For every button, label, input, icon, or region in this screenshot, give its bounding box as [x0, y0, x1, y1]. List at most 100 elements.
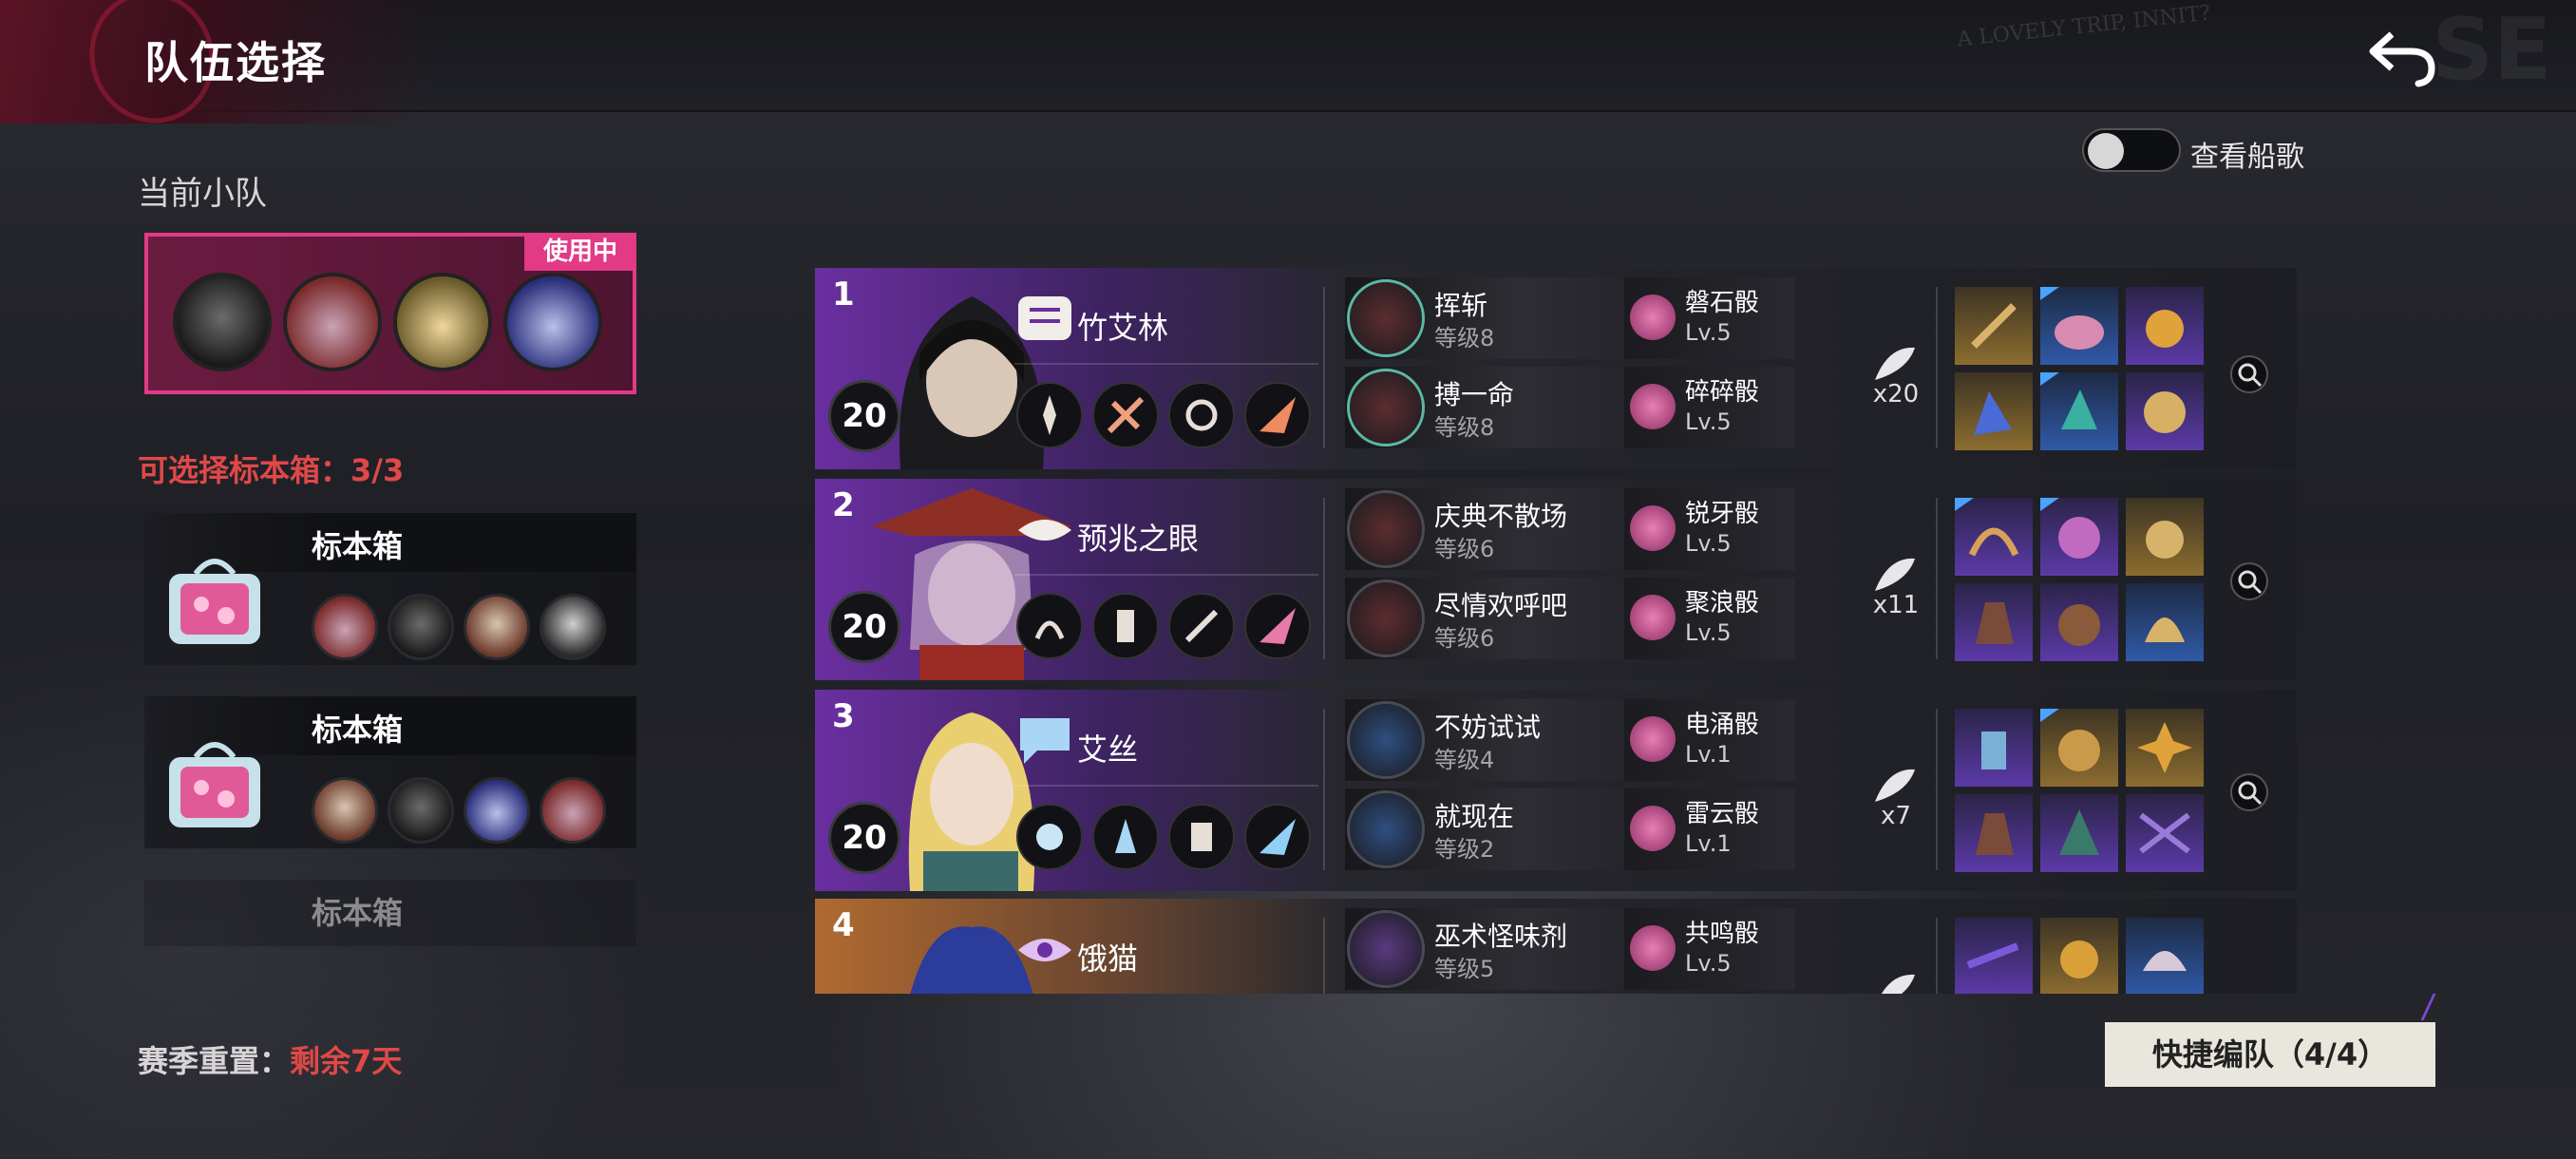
skill-icon — [1347, 279, 1425, 357]
skill-name: 搏一命 — [1434, 379, 1515, 410]
skill-slot[interactable]: 挥斩 等级8 — [1345, 277, 1639, 359]
skill-name: 巫术怪味剂 — [1434, 921, 1568, 952]
dice-level: Lv.5 — [1685, 530, 1732, 557]
skill-icon — [1347, 910, 1425, 988]
skill-slot[interactable]: 巫术怪味剂 等级5 — [1345, 908, 1639, 990]
search-icon[interactable] — [2230, 355, 2268, 393]
talent-icon[interactable] — [1092, 382, 1159, 448]
item-slot[interactable] — [2040, 372, 2118, 450]
dice-slot[interactable]: 磐石骰 Lv.5 — [1624, 277, 1795, 359]
skill-slot[interactable]: 搏一命 等级8 — [1345, 367, 1639, 448]
team-row-2[interactable]: 2 20 预兆之眼 庆典不散场 等级6 尽情欢呼吧 等级6 锐牙骰 Lv.5 聚… — [815, 479, 2297, 680]
feather-icon — [1875, 347, 1915, 380]
skill-slot[interactable]: 不妨试试 等级4 — [1345, 699, 1639, 781]
search-icon[interactable] — [2230, 562, 2268, 600]
skill-slot[interactable]: 就现在 等级2 — [1345, 788, 1639, 870]
feather-icon — [1875, 769, 1915, 802]
dice-slot[interactable]: 锐牙骰 Lv.5 — [1624, 488, 1795, 570]
dice-icon — [1630, 925, 1676, 971]
skill-icon — [1347, 490, 1425, 568]
item-slot[interactable] — [1955, 583, 2033, 661]
specimen-box-name: 标本箱 — [312, 712, 404, 748]
talent-icon[interactable] — [1244, 593, 1311, 659]
item-slot[interactable] — [2040, 583, 2118, 661]
team-row-3[interactable]: 3 20 艾丝 不妨试试 等级4 就现在 等级2 电涌骰 Lv.1 雷云骰 Lv… — [815, 690, 2297, 891]
talent-icon[interactable] — [1168, 382, 1235, 448]
level-badge: 20 — [828, 380, 900, 452]
specimen-box-1[interactable]: 标本箱 — [144, 513, 636, 665]
specimen-box-3[interactable]: 标本箱 — [144, 880, 636, 946]
avatar-hooded — [173, 273, 272, 371]
character-name: 预兆之眼 — [1077, 521, 1200, 557]
item-count: x7 — [1881, 802, 1911, 830]
in-use-badge: 使用中 — [524, 233, 636, 271]
team-index: 1 — [832, 276, 855, 314]
team-index: 3 — [832, 697, 855, 735]
talent-icon[interactable] — [1016, 804, 1083, 870]
item-slot[interactable] — [2040, 918, 2118, 994]
item-slot[interactable] — [1955, 372, 2033, 450]
specimen-box-2[interactable]: 标本箱 — [144, 696, 636, 848]
item-slot[interactable] — [2040, 794, 2118, 872]
item-slot[interactable] — [2126, 918, 2204, 994]
search-icon[interactable] — [2230, 773, 2268, 811]
item-slot[interactable] — [2040, 498, 2118, 576]
talent-icon[interactable] — [1244, 382, 1311, 448]
dice-name: 共鸣骰 — [1685, 920, 1760, 948]
dice-icon — [1630, 294, 1676, 340]
skill-name: 不妨试试 — [1434, 712, 1542, 743]
item-slot[interactable] — [2126, 498, 2204, 576]
item-slot[interactable] — [2040, 287, 2118, 365]
talent-icon[interactable] — [1168, 593, 1235, 659]
item-slot[interactable] — [2040, 709, 2118, 787]
item-slot[interactable] — [1955, 287, 2033, 365]
current-team-card[interactable]: 使用中 — [144, 233, 636, 394]
item-count: x11 — [1872, 591, 1920, 619]
item-slot[interactable] — [2126, 583, 2204, 661]
talent-icon[interactable] — [1244, 804, 1311, 870]
character-name: 竹艾林 — [1077, 310, 1169, 346]
title-decoration — [0, 0, 665, 142]
lips-icon — [1018, 520, 1071, 541]
skill-level: 等级8 — [1434, 325, 1495, 352]
item-slot[interactable] — [2126, 794, 2204, 872]
item-slot[interactable] — [1955, 794, 2033, 872]
avatar-blonde — [393, 273, 492, 371]
dice-slot[interactable]: 电涌骰 Lv.1 — [1624, 699, 1795, 781]
item-slot[interactable] — [1955, 498, 2033, 576]
talent-icon[interactable] — [1016, 382, 1083, 448]
dice-name: 聚浪骰 — [1685, 589, 1760, 618]
item-slot[interactable] — [2126, 287, 2204, 365]
dice-slot[interactable]: 碎碎骰 Lv.5 — [1624, 367, 1795, 448]
team-index: 4 — [832, 906, 855, 944]
season-reset: 赛季重置：剩余7天 — [138, 1037, 402, 1081]
dice-slot[interactable]: 聚浪骰 Lv.5 — [1624, 578, 1795, 659]
dice-slot[interactable]: 雷云骰 Lv.1 — [1624, 788, 1795, 870]
dice-level: Lv.1 — [1685, 830, 1732, 857]
team-row-4[interactable]: 4 饿猫 巫术怪味剂 等级5 共鸣骰 Lv.5 — [815, 899, 2297, 994]
item-slot[interactable] — [2126, 372, 2204, 450]
back-button[interactable] — [2365, 27, 2441, 87]
quick-team-button[interactable]: 快捷编队（4/4） — [2105, 1022, 2435, 1087]
toggle-knob — [2088, 133, 2124, 169]
song-toggle[interactable] — [2082, 128, 2181, 172]
talent-icon[interactable] — [1016, 593, 1083, 659]
item-slot[interactable] — [2126, 709, 2204, 787]
skill-slot[interactable]: 尽情欢呼吧 等级6 — [1345, 578, 1639, 659]
avatar-witch — [283, 273, 382, 371]
dice-slot[interactable]: 共鸣骰 Lv.5 — [1624, 908, 1795, 990]
item-slot[interactable] — [1955, 918, 2033, 994]
skill-slot[interactable]: 庆典不散场 等级6 — [1345, 488, 1639, 570]
talent-icon[interactable] — [1168, 804, 1235, 870]
page-title: 队伍选择 — [144, 37, 327, 88]
item-slot[interactable] — [1955, 709, 2033, 787]
toggle-label: 查看船歌 — [2190, 141, 2304, 174]
team-row-1[interactable]: 1 20 竹艾林 挥斩 等级8 搏一命 等级8 磐石骰 Lv.5 碎碎骰 Lv.… — [815, 268, 2297, 469]
skill-name: 尽情欢呼吧 — [1434, 590, 1568, 621]
talent-icon[interactable] — [1092, 593, 1159, 659]
season-remaining: 剩余7天 — [290, 1043, 403, 1079]
selectable-box-count: 可选择标本箱：3/3 — [138, 452, 405, 488]
mini-avatar — [388, 594, 454, 660]
skill-icon — [1347, 790, 1425, 868]
talent-icon[interactable] — [1092, 804, 1159, 870]
